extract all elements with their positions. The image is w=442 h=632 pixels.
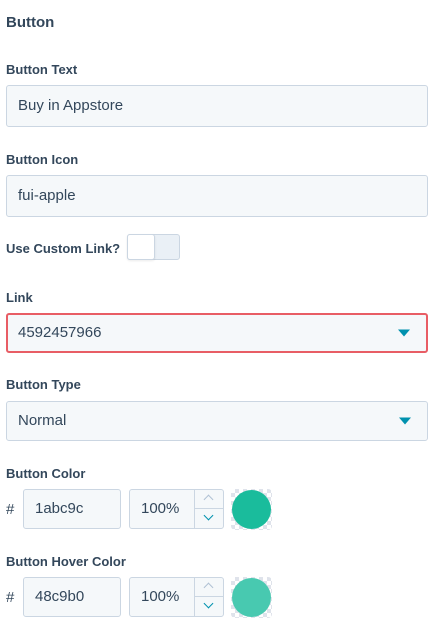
- hash-label: #: [6, 501, 15, 518]
- chevron-down-icon[interactable]: [195, 509, 223, 528]
- button-color-opacity-input[interactable]: 100%: [129, 489, 224, 529]
- button-hover-color-hex-input[interactable]: 48c9b0: [23, 577, 121, 617]
- color-swatch[interactable]: [232, 578, 271, 617]
- opacity-stepper[interactable]: [194, 490, 223, 528]
- color-swatch[interactable]: [232, 490, 271, 529]
- chevron-down-icon: [399, 417, 411, 425]
- button-type-select[interactable]: Normal: [6, 401, 428, 441]
- custom-link-toggle[interactable]: [127, 234, 180, 260]
- button-text-input[interactable]: Buy in Appstore: [6, 85, 428, 127]
- button-color-label: Button Color: [6, 466, 86, 481]
- button-icon-input[interactable]: fui-apple: [6, 175, 428, 217]
- chevron-down-icon[interactable]: [195, 597, 223, 616]
- button-text-label: Button Text: [6, 62, 78, 77]
- button-type-label: Button Type: [6, 377, 81, 392]
- button-color-hex-input[interactable]: 1abc9c: [23, 489, 121, 529]
- button-hover-color-opacity-input[interactable]: 100%: [129, 577, 224, 617]
- opacity-value: 100%: [141, 500, 180, 517]
- link-select[interactable]: 4592457966: [6, 313, 428, 353]
- chevron-up-icon[interactable]: [195, 490, 223, 509]
- chevron-up-icon[interactable]: [195, 578, 223, 597]
- custom-link-label: Use Custom Link?: [6, 241, 121, 256]
- link-label: Link: [6, 290, 33, 305]
- button-hover-color-label: Button Hover Color: [6, 554, 126, 569]
- link-select-value: 4592457966: [18, 324, 102, 341]
- button-hover-color-picker[interactable]: [231, 577, 272, 618]
- chevron-down-icon: [398, 329, 410, 337]
- hash-label: #: [6, 589, 15, 606]
- section-title: Button: [6, 14, 55, 31]
- toggle-knob: [127, 234, 155, 260]
- button-type-value: Normal: [18, 412, 67, 429]
- button-icon-label: Button Icon: [6, 152, 79, 167]
- opacity-stepper[interactable]: [194, 578, 223, 616]
- button-color-picker[interactable]: [231, 489, 272, 530]
- opacity-value: 100%: [141, 588, 180, 605]
